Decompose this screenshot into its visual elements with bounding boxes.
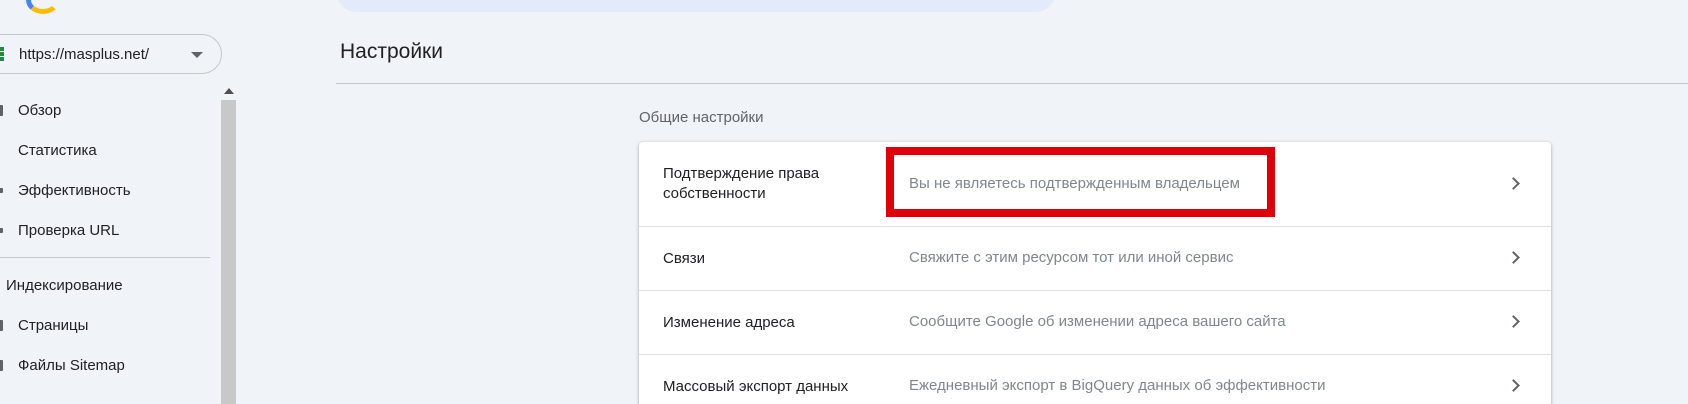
sidebar-item-label: Проверка URL [18, 221, 120, 239]
sidebar-item-overview[interactable]: Обзор [0, 90, 222, 130]
chevron-right-icon [1507, 379, 1520, 392]
row-description: Вы не являетесь подтвержденным владельце… [909, 175, 1240, 192]
search-bar[interactable] [336, 0, 1056, 12]
property-url: https://masplus.net/ [19, 45, 150, 63]
google-logo-icon [26, 0, 60, 14]
scroll-up-icon[interactable] [224, 88, 234, 94]
sidebar-item-performance[interactable]: Эффективность [0, 170, 222, 210]
chevron-right-icon [1507, 177, 1520, 190]
search-icon [0, 228, 3, 233]
row-title: Массовый экспорт данных [663, 378, 849, 395]
sidebar-item-sitemaps[interactable]: Файлы Sitemap [0, 345, 222, 385]
row-description: Сообщите Google об изменении адреса ваше… [909, 313, 1286, 330]
sidebar-item-insights[interactable]: Статистика [0, 130, 222, 170]
page-title: Настройки [340, 40, 443, 63]
settings-row-bulk-export[interactable]: Массовый экспорт данных Ежедневный экспо… [639, 355, 1551, 404]
property-selector[interactable]: https://masplus.net/ [0, 34, 222, 74]
sidebar-nav: Обзор Статистика Эффективность Проверка … [0, 90, 222, 385]
sidebar-section-indexing[interactable]: Индексирование [0, 265, 222, 305]
sidebar-item-label: Файлы Sitemap [18, 356, 125, 374]
row-title: Связи [663, 250, 706, 267]
trending-icon [0, 188, 3, 193]
settings-card: Подтверждение права собственности Вы не … [639, 142, 1551, 404]
sidebar-item-label: Статистика [18, 141, 97, 159]
dropdown-caret-icon [191, 52, 203, 58]
pages-icon [0, 320, 3, 331]
chevron-right-icon [1507, 315, 1520, 328]
title-divider [336, 83, 1688, 84]
property-icon [0, 47, 4, 61]
row-title: Изменение адреса [663, 314, 795, 331]
sidebar-item-label: Эффективность [18, 181, 131, 199]
row-title: Подтверждение права собственности [663, 165, 820, 202]
settings-row-associations[interactable]: Связи Свяжите с этим ресурсом тот или ин… [639, 227, 1551, 291]
home-icon [0, 105, 3, 116]
sidebar-item-label: Страницы [18, 316, 89, 334]
sidebar-scrollbar[interactable] [220, 84, 237, 404]
section-label-general: Общие настройки [639, 109, 764, 126]
search-console-settings: https://masplus.net/ Обзор Статистика Эф… [0, 0, 1688, 404]
sidebar-divider [0, 257, 210, 258]
sidebar-item-pages[interactable]: Страницы [0, 305, 222, 345]
settings-row-ownership[interactable]: Подтверждение права собственности Вы не … [639, 142, 1551, 227]
sitemap-icon [0, 360, 3, 371]
settings-row-change-of-address[interactable]: Изменение адреса Сообщите Google об изме… [639, 291, 1551, 355]
chevron-right-icon [1507, 251, 1520, 264]
row-description: Свяжите с этим ресурсом тот или иной сер… [909, 249, 1234, 266]
sidebar-item-label: Обзор [18, 101, 62, 119]
sidebar-item-url-inspection[interactable]: Проверка URL [0, 210, 222, 250]
search-console-logo[interactable] [22, 0, 132, 14]
scrollbar-thumb[interactable] [221, 100, 236, 404]
sidebar-section-label: Индексирование [6, 276, 123, 294]
row-description: Ежедневный экспорт в BigQuery данных об … [909, 377, 1326, 394]
